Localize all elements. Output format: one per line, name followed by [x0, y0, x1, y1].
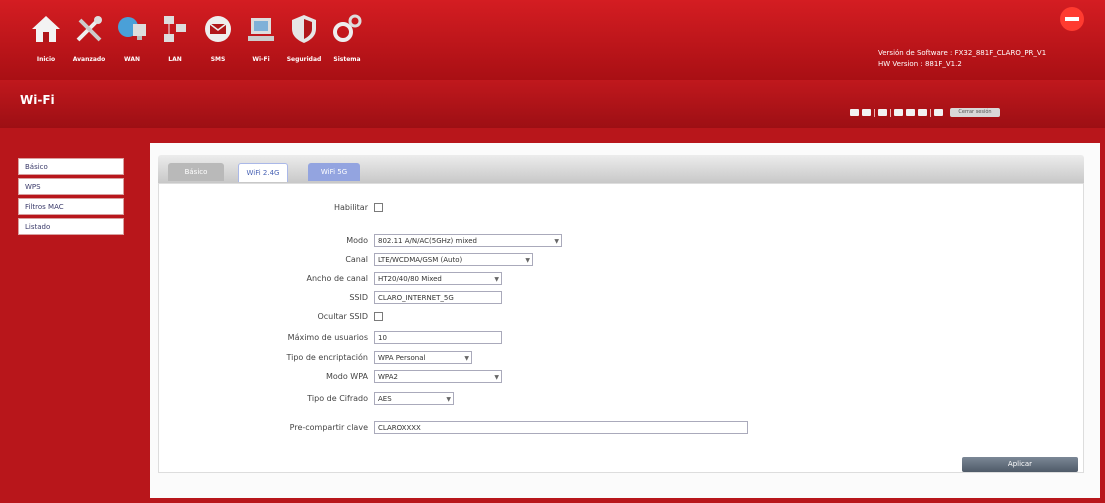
channel-value: LTE/WCDMA/GSM (Auto) — [378, 255, 463, 264]
software-version: Versión de Software : FX32_881F_CLARO_PR… — [878, 49, 1047, 57]
hide-ssid-label: Ocultar SSID — [317, 311, 368, 321]
nav-item-wifi[interactable]: Wi-Fi — [240, 6, 282, 68]
wan-icon — [118, 17, 146, 40]
home-icon — [32, 16, 60, 42]
enable-label: Habilitar — [334, 202, 368, 212]
nav-label: Avanzado — [72, 56, 106, 63]
shield-icon — [292, 15, 316, 43]
chevron-down-icon: ▼ — [464, 354, 469, 362]
sms-icon — [205, 16, 231, 42]
psk-input[interactable]: CLAROXXXX — [374, 420, 748, 434]
roaming-icon — [878, 109, 887, 116]
nav-label: SMS — [210, 56, 226, 63]
max-users-label: Máximo de usuarios — [287, 332, 368, 342]
bandwidth-select[interactable]: HT20/40/80 Mixed ▼ — [374, 271, 502, 285]
nav-item-system[interactable]: Sistema — [326, 6, 368, 68]
cipher-value: AES — [378, 394, 392, 403]
tab-basic[interactable]: Básico — [168, 163, 224, 181]
page-title: Wi-Fi — [20, 93, 55, 107]
hide-ssid-checkbox[interactable] — [374, 311, 383, 321]
nav-item-lan[interactable]: LAN — [154, 6, 196, 68]
nav-label: Wi-Fi — [252, 56, 270, 63]
nav-item-security[interactable]: Seguridad — [283, 6, 325, 68]
max-users-row: Máximo de usuarios 10 — [200, 330, 502, 344]
divider — [874, 108, 875, 117]
tab-wifi-24g[interactable]: WiFi 2.4G — [238, 163, 288, 182]
message-icon — [918, 109, 927, 116]
channel-row: Canal LTE/WCDMA/GSM (Auto) ▼ — [200, 252, 533, 266]
battery-icon — [934, 109, 943, 116]
sub-header — [0, 80, 1105, 128]
cipher-label: Tipo de Cifrado — [307, 393, 368, 403]
nav-label: LAN — [168, 56, 182, 63]
wpa-mode-value: WPA2 — [378, 372, 398, 381]
nav-label: Sistema — [333, 56, 361, 63]
sidebar-item-mac-filter[interactable]: Filtros MAC — [18, 198, 124, 215]
main-nav: Inicio Avanzado WAN LAN SMS Wi-Fi Seguri… — [25, 6, 369, 68]
tab-bar: Básico WiFi 2.4G WiFi 5G — [158, 155, 1084, 183]
tab-wifi-5g[interactable]: WiFi 5G — [308, 163, 360, 181]
network-icon — [850, 109, 859, 116]
cipher-select[interactable]: AES ▼ — [374, 391, 454, 405]
nav-item-sms[interactable]: SMS — [197, 6, 239, 68]
channel-select[interactable]: LTE/WCDMA/GSM (Auto) ▼ — [374, 252, 533, 266]
enable-checkbox[interactable] — [374, 202, 383, 212]
bandwidth-label: Ancho de canal — [306, 273, 369, 283]
wpa-mode-select[interactable]: WPA2 ▼ — [374, 369, 502, 383]
encryption-value: WPA Personal — [378, 353, 426, 362]
nav-label: Inicio — [36, 56, 56, 63]
logo-icon — [1060, 7, 1084, 31]
wpa-mode-row: Modo WPA WPA2 ▼ — [200, 369, 502, 383]
mode-select[interactable]: 802.11 A/N/AC(5GHz) mixed ▼ — [374, 233, 562, 247]
mode-value: 802.11 A/N/AC(5GHz) mixed — [378, 236, 477, 245]
nav-label: WAN — [123, 56, 140, 63]
lan-icon — [164, 16, 186, 42]
wpa-mode-label: Modo WPA — [325, 371, 368, 381]
ssid-input[interactable]: CLARO_INTERNET_5G — [374, 290, 502, 304]
sidebar-item-wps[interactable]: WPS — [18, 178, 124, 195]
ssid-row: SSID CLARO_INTERNET_5G — [200, 290, 502, 304]
nav-item-home[interactable]: Inicio — [25, 6, 67, 68]
chevron-down-icon: ▼ — [494, 275, 499, 283]
chevron-down-icon: ▼ — [494, 373, 499, 381]
brand-logo — [1059, 6, 1085, 35]
sim-icon — [894, 109, 903, 116]
wifi-status-icon — [906, 109, 915, 116]
hide-ssid-row: Ocultar SSID — [200, 309, 383, 323]
channel-label: Canal — [345, 254, 368, 264]
signal-icon — [862, 109, 871, 116]
psk-row: Pre-compartir clave CLAROXXXX — [200, 420, 748, 434]
sidebar-item-basic[interactable]: Básico — [18, 158, 124, 175]
wifi-icon — [248, 18, 274, 41]
chevron-down-icon: ▼ — [525, 256, 530, 264]
status-toolbar: Cerrar sesión — [850, 108, 1000, 117]
nav-item-advanced[interactable]: Avanzado — [68, 6, 110, 68]
psk-label: Pre-compartir clave — [289, 422, 368, 432]
sidebar: Básico WPS Filtros MAC Listado — [18, 158, 126, 238]
apply-button[interactable]: Aplicar — [962, 457, 1078, 472]
tools-icon — [76, 16, 102, 42]
gear-icon — [333, 14, 362, 42]
nav-item-wan[interactable]: WAN — [111, 6, 153, 68]
nav-label: Seguridad — [286, 56, 322, 63]
mode-label: Modo — [346, 235, 368, 245]
ssid-label: SSID — [349, 292, 368, 302]
logout-button[interactable]: Cerrar sesión — [950, 108, 1000, 117]
enable-row: Habilitar — [200, 200, 383, 214]
divider — [890, 108, 891, 117]
mode-row: Modo 802.11 A/N/AC(5GHz) mixed ▼ — [200, 233, 562, 247]
sidebar-item-list[interactable]: Listado — [18, 218, 124, 235]
cipher-row: Tipo de Cifrado AES ▼ — [200, 391, 454, 405]
chevron-down-icon: ▼ — [446, 395, 451, 403]
encryption-select[interactable]: WPA Personal ▼ — [374, 350, 472, 364]
encryption-label: Tipo de encriptación — [286, 352, 368, 362]
max-users-input[interactable]: 10 — [374, 330, 502, 344]
bandwidth-value: HT20/40/80 Mixed — [378, 274, 442, 283]
encryption-row: Tipo de encriptación WPA Personal ▼ — [200, 350, 472, 364]
divider — [930, 108, 931, 117]
version-info: Versión de Software : FX32_881F_CLARO_PR… — [878, 48, 1046, 70]
hardware-version: HW Version : 881F_V1.2 — [878, 60, 962, 68]
chevron-down-icon: ▼ — [554, 237, 559, 245]
bandwidth-row: Ancho de canal HT20/40/80 Mixed ▼ — [200, 271, 502, 285]
